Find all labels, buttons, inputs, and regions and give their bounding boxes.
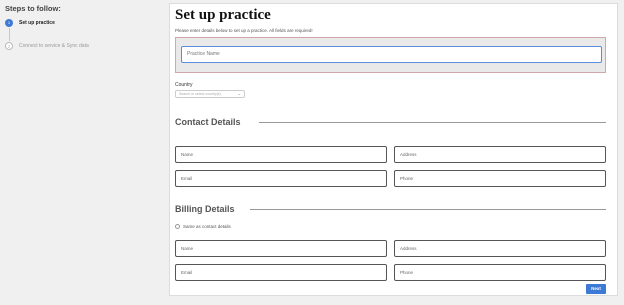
- contact-details-heading: Contact Details: [175, 117, 241, 127]
- same-as-contact-checkbox[interactable]: [175, 224, 180, 229]
- billing-divider: [250, 209, 606, 210]
- same-as-contact-label: Same as contact details: [183, 224, 231, 229]
- steps-title: Steps to follow:: [5, 4, 61, 13]
- page-title: Set up practice: [175, 7, 271, 23]
- billing-email-field[interactable]: Email: [175, 264, 387, 281]
- contact-phone-field[interactable]: Phone: [394, 170, 606, 187]
- country-select-placeholder: Search or select country(s): [179, 92, 221, 96]
- steps-sidebar: Steps to follow: 1 Set up practice 2 Con…: [0, 0, 168, 305]
- practice-name-input[interactable]: Practice Name: [181, 46, 602, 63]
- same-as-contact-option[interactable]: Same as contact details: [175, 224, 231, 229]
- step-connector: [9, 28, 10, 41]
- billing-address-field[interactable]: Address: [394, 240, 606, 257]
- step-2-indicator: 2: [5, 42, 13, 50]
- contact-divider: [259, 122, 606, 123]
- contact-email-field[interactable]: Email: [175, 170, 387, 187]
- contact-name-field[interactable]: Name: [175, 146, 387, 163]
- billing-phone-field[interactable]: Phone: [394, 264, 606, 281]
- step-1-label: Set up practice: [19, 20, 55, 26]
- step-2-label: Connect to service & Sync data: [19, 43, 89, 49]
- step-connect-service[interactable]: 2 Connect to service & Sync data: [5, 42, 89, 50]
- form-instructions: Please enter details below to set up a p…: [175, 28, 313, 33]
- practice-name-group: Practice Name: [175, 37, 606, 73]
- billing-details-heading: Billing Details: [175, 204, 235, 214]
- step-set-up-practice[interactable]: 1 Set up practice: [5, 19, 55, 27]
- setup-form-panel: Set up practice Please enter details bel…: [169, 3, 618, 296]
- billing-name-field[interactable]: Name: [175, 240, 387, 257]
- step-1-indicator: 1: [5, 19, 13, 27]
- chevron-down-icon: ⌄: [237, 91, 241, 96]
- country-label: Country: [175, 82, 193, 88]
- country-select[interactable]: Search or select country(s) ⌄: [175, 90, 245, 98]
- contact-address-field[interactable]: Address: [394, 146, 606, 163]
- next-button[interactable]: Next: [586, 284, 606, 294]
